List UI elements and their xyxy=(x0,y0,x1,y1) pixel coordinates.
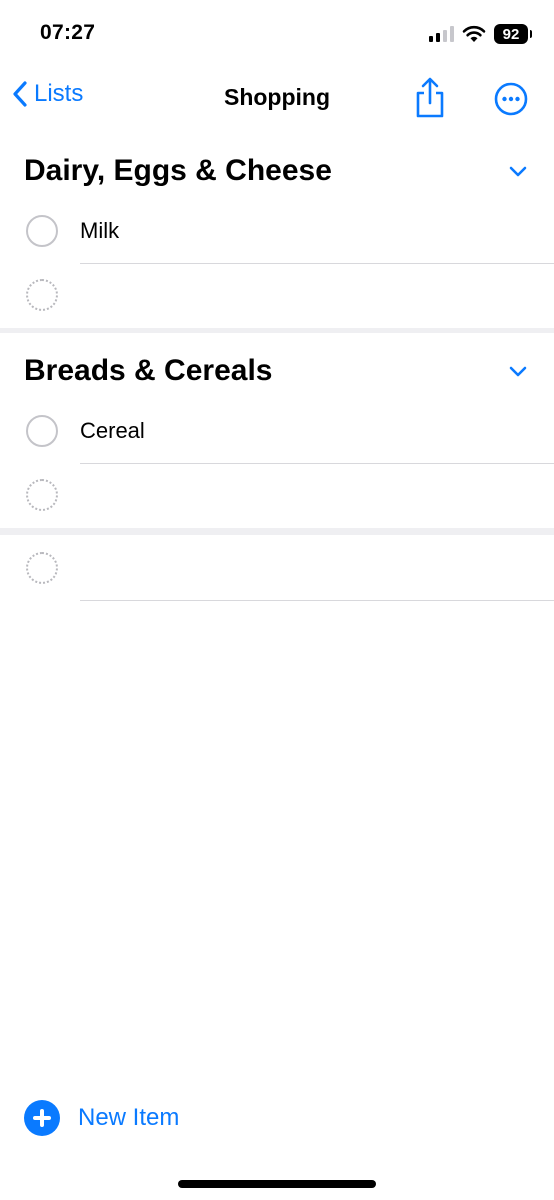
list-item[interactable]: Milk xyxy=(0,198,554,264)
section-separator xyxy=(0,528,554,535)
empty-circle[interactable] xyxy=(26,279,58,311)
navigation-bar: Lists Shopping xyxy=(0,70,554,126)
section-dairy-eggs-cheese: Dairy, Eggs & Cheese Milk xyxy=(0,150,554,330)
item-name[interactable]: Milk xyxy=(80,218,119,244)
ellipsis-circle-icon xyxy=(494,82,528,116)
new-item-row[interactable] xyxy=(0,264,554,330)
item-name[interactable]: Cereal xyxy=(80,418,145,444)
chevron-down-icon[interactable] xyxy=(506,360,530,384)
empty-circle[interactable] xyxy=(26,552,58,584)
chevron-down-icon[interactable] xyxy=(506,160,530,184)
cellular-signal-icon xyxy=(429,26,454,42)
row-divider xyxy=(80,600,554,601)
home-indicator[interactable] xyxy=(178,1180,376,1188)
plus-circle-icon xyxy=(24,1100,60,1136)
new-item-row[interactable] xyxy=(0,535,554,601)
status-bar: 07:27 92 xyxy=(0,0,554,68)
new-item-label: New Item xyxy=(78,1104,180,1131)
section-title: Breads & Cereals xyxy=(24,354,273,387)
section-title: Dairy, Eggs & Cheese xyxy=(24,154,332,187)
new-item-button[interactable]: New Item xyxy=(24,1100,179,1136)
status-icons: 92 xyxy=(429,24,532,44)
completion-circle[interactable] xyxy=(26,415,58,447)
status-time: 07:27 xyxy=(40,21,96,44)
section-breads-cereals: Breads & Cereals Cereal xyxy=(0,350,554,530)
new-item-row[interactable] xyxy=(0,464,554,530)
completion-circle[interactable] xyxy=(26,215,58,247)
empty-circle[interactable] xyxy=(26,479,58,511)
list-item[interactable]: Cereal xyxy=(0,398,554,464)
more-options-button[interactable] xyxy=(494,82,528,116)
section-separator xyxy=(0,328,554,333)
share-icon xyxy=(416,77,444,118)
wifi-icon xyxy=(462,25,486,42)
battery-icon: 92 xyxy=(494,24,532,44)
page-title: Shopping xyxy=(223,84,331,110)
share-button[interactable] xyxy=(412,76,448,120)
